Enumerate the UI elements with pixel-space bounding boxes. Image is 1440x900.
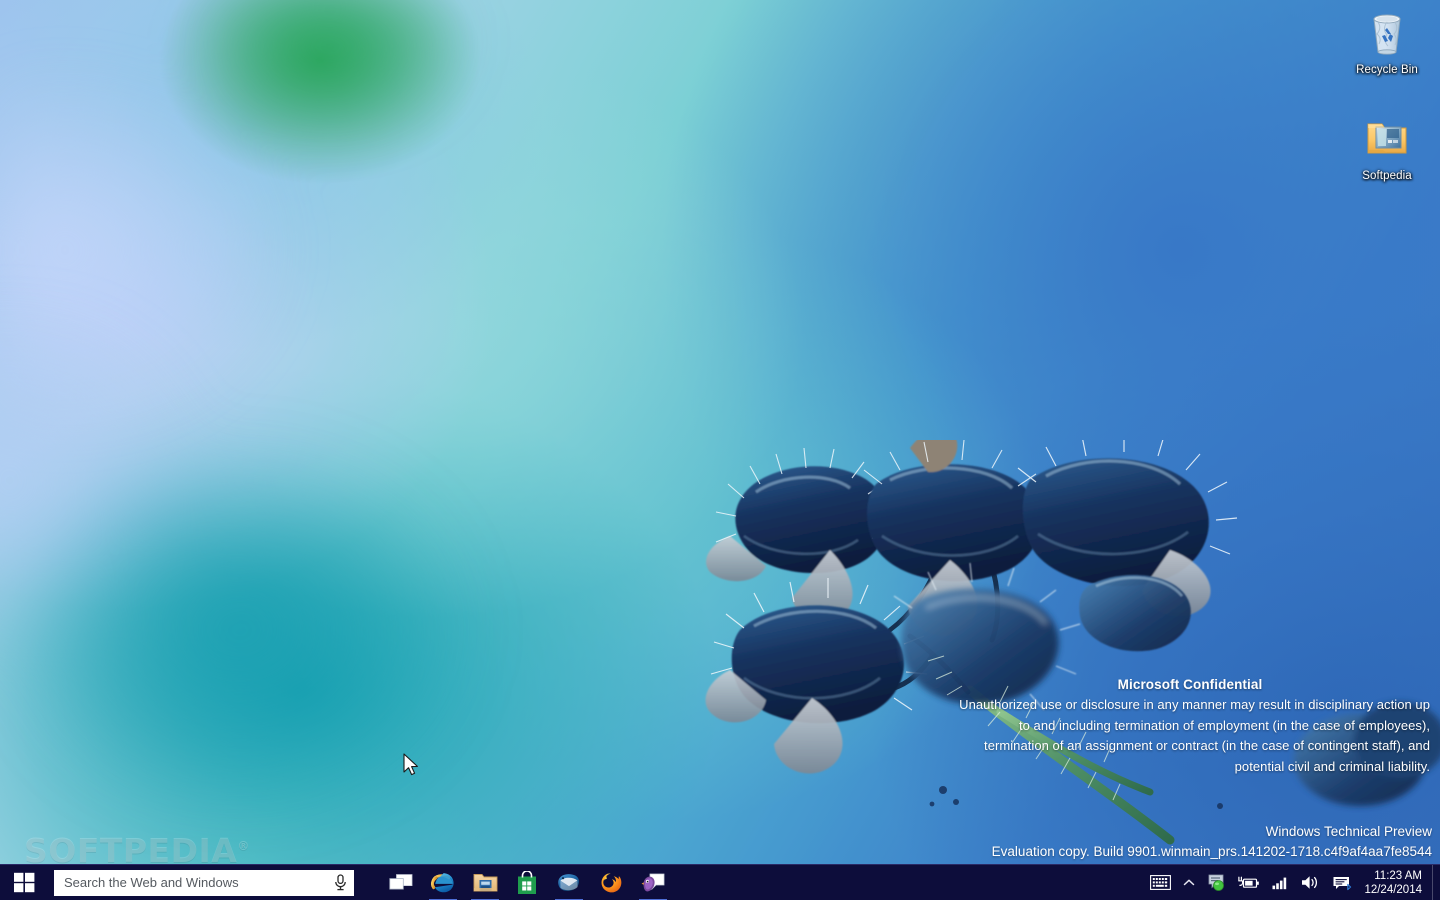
tray-power[interactable] <box>1232 865 1266 900</box>
pidgin-icon <box>641 872 665 894</box>
microphone-button[interactable] <box>326 870 354 896</box>
clock-time: 11:23 AM <box>1374 869 1422 883</box>
chat-bubble-icon <box>1207 874 1226 891</box>
tray-pidgin-status[interactable] <box>1201 865 1232 900</box>
signal-bars-icon <box>1272 876 1289 890</box>
system-tray[interactable]: 11:23 AM 12/24/2014 <box>1144 865 1440 900</box>
speaker-icon <box>1301 875 1320 890</box>
chevron-up-icon <box>1183 878 1195 887</box>
store-icon <box>516 871 538 895</box>
tray-show-hidden-icons[interactable] <box>1177 865 1201 900</box>
recycle-bin-icon <box>1363 8 1411 56</box>
clock[interactable]: 11:23 AM 12/24/2014 <box>1358 865 1432 900</box>
desktop-icon-label: Softpedia <box>1360 169 1414 183</box>
taskbar-item-thunderbird[interactable] <box>548 865 590 900</box>
taskbar-item-pidgin[interactable] <box>632 865 674 900</box>
folder-icon <box>1363 114 1411 162</box>
desktop-icon-label: Recycle Bin <box>1354 63 1420 77</box>
file-explorer-icon <box>473 872 498 893</box>
pinned-apps[interactable] <box>380 865 674 900</box>
tray-touch-keyboard[interactable] <box>1144 865 1177 900</box>
desktop-icon-recycle-bin[interactable]: Recycle Bin <box>1341 8 1433 78</box>
start-button[interactable] <box>0 865 48 900</box>
clock-date: 12/24/2014 <box>1364 883 1422 897</box>
taskbar-item-file-explorer[interactable] <box>464 865 506 900</box>
taskbar-item-firefox[interactable] <box>590 865 632 900</box>
task-view-icon <box>389 874 413 892</box>
microphone-icon <box>333 874 348 891</box>
search-box[interactable]: Search the Web and Windows <box>54 870 354 896</box>
tray-volume[interactable] <box>1295 865 1326 900</box>
taskbar-item-task-view[interactable] <box>380 865 422 900</box>
desktop-icon-softpedia[interactable]: Softpedia <box>1341 114 1433 184</box>
taskbar-item-store[interactable] <box>506 865 548 900</box>
firefox-icon <box>599 871 623 895</box>
taskbar[interactable]: Search the Web and Windows <box>0 864 1440 900</box>
windows-logo-icon <box>14 872 35 893</box>
show-desktop-button[interactable] <box>1432 865 1438 900</box>
keyboard-icon <box>1150 875 1171 890</box>
tray-action-center[interactable] <box>1326 865 1358 900</box>
tray-network[interactable] <box>1266 865 1295 900</box>
thunderbird-icon <box>557 872 581 894</box>
desktop[interactable]: Recycle Bin <box>0 0 1440 900</box>
action-center-icon <box>1332 875 1352 891</box>
search-input[interactable]: Search the Web and Windows <box>54 870 326 896</box>
desktop-wallpaper <box>0 0 1440 900</box>
taskbar-item-internet-explorer[interactable] <box>422 865 464 900</box>
internet-explorer-icon <box>431 871 456 895</box>
battery-plug-icon <box>1238 876 1260 890</box>
